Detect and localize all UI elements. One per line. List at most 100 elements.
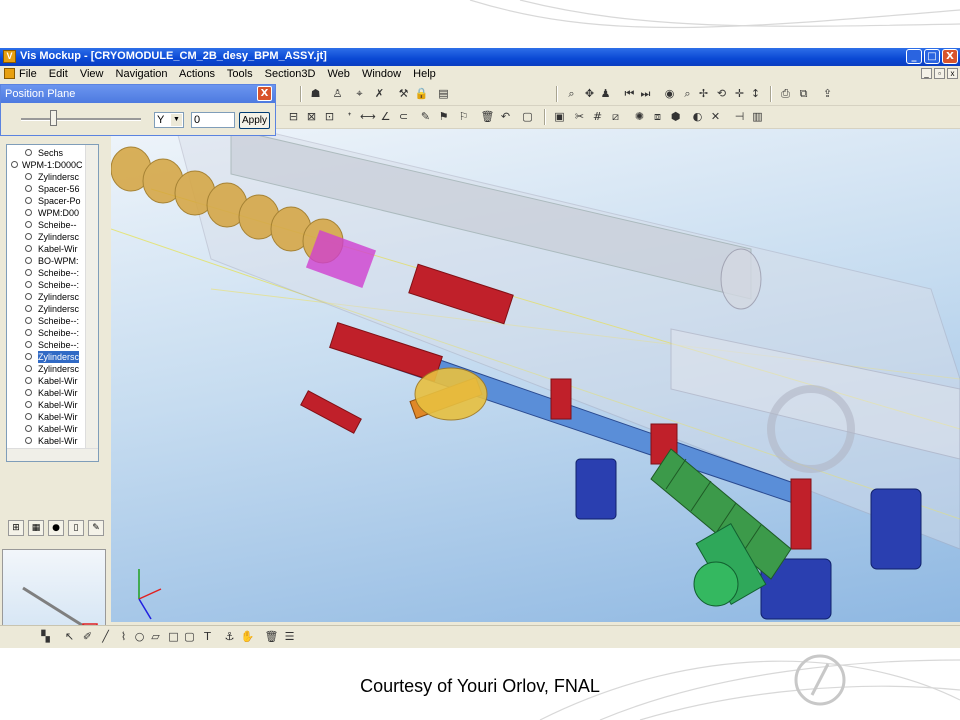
paint-icon[interactable]: ⚐: [456, 109, 471, 124]
visibility-toggle-icon[interactable]: [25, 365, 32, 372]
trash-icon[interactable]: 🗑: [480, 109, 495, 124]
explode-icon[interactable]: ✺: [632, 109, 647, 124]
visibility-toggle-icon[interactable]: [25, 185, 32, 192]
minimize-button[interactable]: _: [906, 49, 922, 64]
filled-rectangle-icon[interactable]: ▢: [182, 629, 197, 644]
close-button[interactable]: X: [942, 49, 958, 64]
zoom-icon[interactable]: ⌕: [680, 86, 695, 101]
print-icon[interactable]: ⎙: [778, 86, 793, 101]
chevron-down-icon[interactable]: ▼: [171, 114, 182, 126]
lock-icon[interactable]: 🔒: [414, 86, 429, 101]
polygon-icon[interactable]: ▱: [148, 629, 163, 644]
cap-icon[interactable]: ⬢: [668, 109, 683, 124]
line-measure-icon[interactable]: ⟷: [360, 109, 376, 124]
markup-trash-icon[interactable]: 🗑: [264, 629, 279, 644]
section-icon[interactable]: ⧄: [608, 109, 623, 124]
book-icon[interactable]: ▤: [436, 86, 451, 101]
assembly-tree[interactable]: Kabel-Wir Kabel-Wir Kabel-Wir Kabel-Wir Kabe…: [6, 144, 99, 462]
visibility-toggle-icon[interactable]: [25, 317, 32, 324]
maximize-button[interactable]: □: [924, 49, 940, 64]
menu-navigation[interactable]: Navigation: [116, 68, 168, 80]
first-frame-icon[interactable]: ⏮: [622, 86, 637, 101]
visibility-toggle-icon[interactable]: [25, 401, 32, 408]
stamp-icon[interactable]: ⚑: [436, 109, 451, 124]
document-icon[interactable]: [4, 68, 15, 79]
visibility-toggle-icon[interactable]: [25, 437, 32, 444]
export-icon[interactable]: ⇪: [820, 86, 835, 101]
line-icon[interactable]: ╱: [98, 629, 113, 644]
title-bar[interactable]: V Vis Mockup - [CRYOMODULE_CM_2B_desy_BP…: [0, 48, 960, 66]
hide-icon[interactable]: ✕: [708, 109, 723, 124]
plane-slider-track[interactable]: [21, 118, 141, 121]
freehand-icon[interactable]: ✐: [80, 629, 95, 644]
visibility-toggle-icon[interactable]: [25, 149, 32, 156]
menu-window[interactable]: Window: [362, 68, 401, 80]
panel-icon[interactable]: ▥: [750, 109, 765, 124]
visibility-toggle-icon[interactable]: [25, 329, 32, 336]
tree-vertical-scrollbar[interactable]: [85, 145, 98, 461]
distance-icon[interactable]: ᐩ: [342, 109, 357, 124]
lock-part-icon[interactable]: ▢: [520, 109, 535, 124]
arc-icon[interactable]: ⊂: [396, 109, 411, 124]
visibility-toggle-icon[interactable]: [25, 221, 32, 228]
pan-icon[interactable]: ✢: [696, 86, 711, 101]
plane-slider-thumb[interactable]: [50, 110, 57, 126]
snap-icon[interactable]: ⊣: [732, 109, 747, 124]
tab-colors[interactable]: ●: [48, 520, 64, 536]
people-icon[interactable]: ☗: [308, 86, 323, 101]
visibility-toggle-icon[interactable]: [25, 389, 32, 396]
markup-icon[interactable]: ⚒: [396, 86, 411, 101]
3d-viewport[interactable]: [111, 129, 960, 622]
pencil-icon[interactable]: ✎: [418, 109, 433, 124]
visibility-toggle-icon[interactable]: [25, 341, 32, 348]
menu-file[interactable]: File: [19, 68, 37, 80]
visibility-toggle-icon[interactable]: [25, 257, 32, 264]
walkthrough-icon[interactable]: ♟: [598, 86, 613, 101]
doc-minimize-button[interactable]: _: [921, 68, 932, 79]
doc-restore-button[interactable]: ▫: [934, 68, 945, 79]
menu-section3d[interactable]: Section3D: [265, 68, 316, 80]
menu-web[interactable]: Web: [328, 68, 350, 80]
menu-actions[interactable]: Actions: [179, 68, 215, 80]
measure-icon[interactable]: ⌖: [352, 86, 367, 101]
visibility-toggle-icon[interactable]: [25, 233, 32, 240]
visibility-toggle-icon[interactable]: [25, 209, 32, 216]
tab-markup[interactable]: ✎: [88, 520, 104, 536]
menu-edit[interactable]: Edit: [49, 68, 68, 80]
visibility-toggle-icon[interactable]: [25, 197, 32, 204]
visibility-toggle-icon[interactable]: [11, 161, 18, 168]
delete-tool-icon[interactable]: ✗: [372, 86, 387, 101]
visibility-toggle-icon[interactable]: [25, 173, 32, 180]
rotate-icon[interactable]: ⟲: [714, 86, 729, 101]
angle-icon[interactable]: ∠: [378, 109, 393, 124]
text-icon[interactable]: T: [200, 629, 215, 644]
visibility-toggle-icon[interactable]: [25, 353, 32, 360]
menu-help[interactable]: Help: [413, 68, 436, 80]
undo-icon[interactable]: ↶: [498, 109, 513, 124]
offset-input[interactable]: 0: [191, 112, 235, 128]
copy-icon[interactable]: ⧉: [796, 86, 811, 101]
menu-tools[interactable]: Tools: [227, 68, 253, 80]
position-plane-title-bar[interactable]: Position Plane X: [1, 85, 275, 103]
section-plane-icon[interactable]: ⧈: [650, 109, 665, 124]
doc-close-button[interactable]: x: [947, 68, 958, 79]
ellipse-icon[interactable]: ○: [132, 629, 147, 644]
polyline-icon[interactable]: ⌇: [116, 629, 131, 644]
align-icon[interactable]: ⊡: [322, 109, 337, 124]
visibility-toggle-icon[interactable]: [25, 269, 32, 276]
grid-tool-icon[interactable]: ⊟: [286, 109, 301, 124]
cut-icon[interactable]: ✂: [572, 109, 587, 124]
visibility-toggle-icon[interactable]: [25, 425, 32, 432]
visibility-toggle-icon[interactable]: [25, 293, 32, 300]
anchor-icon[interactable]: ⚓: [222, 629, 237, 644]
tree-horizontal-scrollbar[interactable]: [7, 448, 98, 461]
axis-select[interactable]: Y ▼: [154, 112, 184, 128]
visibility-toggle-icon[interactable]: [25, 245, 32, 252]
walk-icon[interactable]: ♙: [330, 86, 345, 101]
position-plane-close-button[interactable]: X: [257, 86, 272, 101]
markup-list-icon[interactable]: ☰: [282, 629, 297, 644]
menu-view[interactable]: View: [80, 68, 104, 80]
vertical-move-icon[interactable]: ↕: [748, 86, 763, 101]
next-frame-icon[interactable]: ⏭: [638, 86, 653, 101]
transparency-icon[interactable]: ◐: [690, 109, 705, 124]
